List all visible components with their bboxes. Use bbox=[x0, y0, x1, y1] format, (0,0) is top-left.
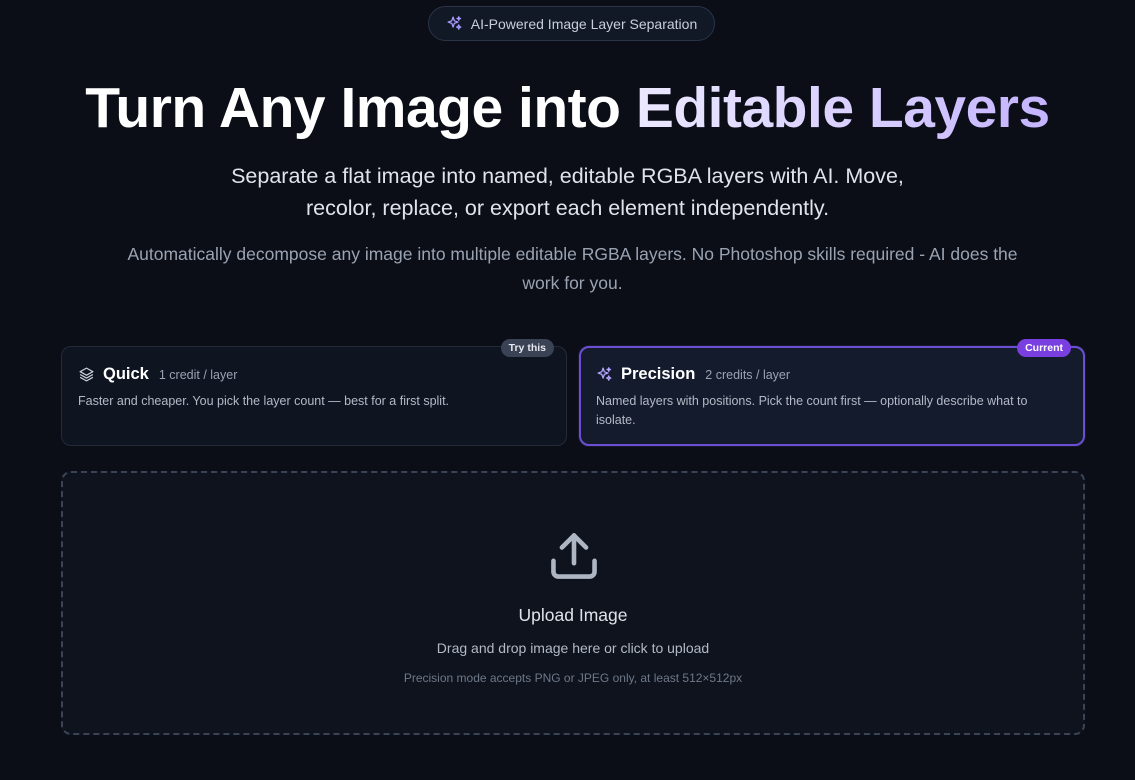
page-title: Turn Any Image into Editable Layers bbox=[0, 68, 1135, 148]
mode-description: Named layers with positions. Pick the co… bbox=[596, 394, 1028, 427]
hero-description: Automatically decompose any image into m… bbox=[127, 244, 1018, 293]
mode-card-quick[interactable]: Try this Quick 1 credit / layer Faster a… bbox=[61, 339, 567, 446]
current-badge: Current bbox=[1017, 339, 1071, 357]
sparkles-icon bbox=[597, 367, 612, 381]
layers-icon bbox=[79, 367, 94, 382]
mode-name: Precision bbox=[621, 365, 696, 383]
try-this-badge: Try this bbox=[500, 339, 554, 357]
upload-requirements-note: Precision mode accepts PNG or JPEG only,… bbox=[403, 671, 743, 685]
upload-instructions: Drag and drop image here or click to upl… bbox=[436, 640, 710, 656]
mode-name: Quick bbox=[103, 365, 149, 383]
page-title-highlight: Editable Layers bbox=[635, 76, 1050, 140]
upload-dropzone[interactable]: Upload Image Drag and drop image here or… bbox=[61, 471, 1085, 735]
mode-card-precision[interactable]: Current Precision 2 credits / layer Name… bbox=[579, 339, 1085, 446]
hero-subtitle: Separate a flat image into named, editab… bbox=[231, 164, 904, 220]
page-title-plain: Turn Any Image into bbox=[85, 76, 621, 140]
feature-badge: AI-Powered Image Layer Separation bbox=[428, 6, 715, 41]
upload-icon bbox=[551, 533, 597, 579]
feature-badge-label: AI-Powered Image Layer Separation bbox=[470, 15, 698, 32]
mode-cost: 1 credit / layer bbox=[158, 367, 238, 382]
upload-title: Upload Image bbox=[518, 605, 628, 625]
sparkles-icon bbox=[447, 16, 462, 30]
mode-description: Faster and cheaper. You pick the layer c… bbox=[78, 394, 450, 408]
mode-cost: 2 credits / layer bbox=[705, 367, 791, 382]
